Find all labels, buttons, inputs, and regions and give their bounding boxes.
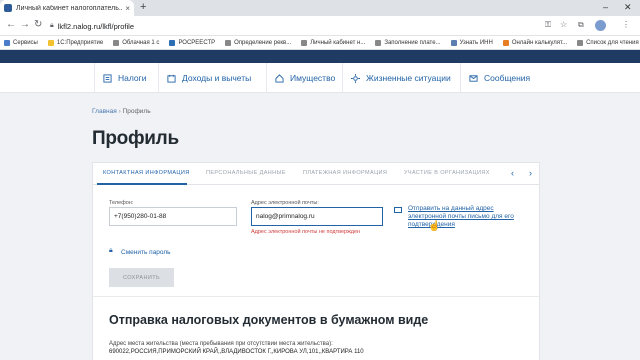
bookmark-star-icon[interactable]: ☆ [560, 20, 567, 29]
padlock-icon: 🔒︎ [109, 247, 113, 254]
bookmark-label: Список для чтения [586, 39, 639, 46]
nav-item-property[interactable]: Имущество [266, 63, 335, 93]
bookmark-favicon-icon [4, 39, 10, 46]
key-icon[interactable]: ⚿ [545, 20, 551, 30]
bookmark-label: Определение рекв... [234, 39, 292, 46]
resend-confirmation-link[interactable]: Отправить на данный адрес электронной по… [408, 205, 518, 229]
bookmark-favicon-icon [375, 39, 382, 46]
income-icon [167, 74, 176, 83]
bookmark-item[interactable]: Личный кабинет н... [301, 39, 366, 46]
bookmark-item[interactable]: Сервисы [4, 39, 38, 46]
site-header-bar [0, 50, 640, 63]
address-label: Адрес места жительства (места пребывания… [109, 341, 333, 347]
phone-label: Телефон: [109, 200, 134, 206]
reload-icon[interactable]: ↻ [34, 19, 42, 30]
change-password-link[interactable]: Сменить пароль [121, 249, 171, 256]
new-tab-button[interactable]: + [140, 1, 146, 13]
breadcrumb-separator: › [118, 108, 121, 115]
taxes-icon [103, 73, 112, 83]
bookmark-favicon-icon [577, 39, 584, 46]
mail-icon [394, 207, 402, 213]
property-icon [275, 73, 284, 83]
profile-tabs: Контактная информация Персональные данны… [93, 163, 539, 185]
profile-avatar[interactable] [595, 20, 606, 31]
bookmark-item[interactable]: Определение рекв... [225, 39, 292, 46]
email-field[interactable]: nalog@primnalog.ru [251, 207, 383, 226]
minimize-button[interactable]: – [603, 2, 608, 12]
bookmark-label: Сервисы [13, 39, 38, 46]
bookmark-label: РОСРЕЕСТР [178, 39, 216, 46]
forward-icon[interactable]: → [20, 19, 30, 30]
bookmark-item[interactable]: Заполнение плате... [375, 39, 441, 46]
breadcrumb: Главная › Профиль [92, 108, 151, 115]
messages-icon [469, 74, 478, 82]
tab-payment-info[interactable]: Платежная информация [303, 170, 387, 176]
browser-tabstrip: Личный кабинет налогоплатель... × + – ✕ [0, 0, 640, 16]
bookmark-favicon-icon [169, 39, 176, 46]
bookmark-label: Узнать ИНН [459, 39, 493, 46]
phone-field[interactable]: +7(950)280-01-88 [109, 207, 237, 226]
profile-card: Контактная информация Персональные данны… [92, 162, 540, 360]
bookmark-label: Личный кабинет н... [310, 39, 366, 46]
bookmark-item[interactable]: Узнать ИНН [450, 39, 493, 46]
back-icon[interactable]: ← [6, 19, 16, 30]
menu-icon[interactable]: ⋮ [622, 20, 630, 29]
bookmark-label: Облачная 1 с [122, 39, 160, 46]
bookmark-label: Онлайн калькулят... [511, 39, 568, 46]
tab-personal-data[interactable]: Персональные данные [206, 170, 286, 176]
address-bar-url: lkfl2.nalog.ru/lkfl/profile [57, 21, 135, 31]
bookmark-favicon-icon [113, 39, 120, 46]
nalog-favicon-icon [4, 4, 12, 12]
nav-item-income[interactable]: Доходы и вычеты [158, 63, 251, 93]
bookmark-label: 1С:Предприятие [56, 39, 104, 46]
address-value: 690022,РОССИЯ,ПРИМОРСКИЙ КРАЙ,,ВЛАДИВОСТ… [109, 349, 364, 355]
site-nav: Налоги Доходы и вычеты Имущество Жизненн… [0, 63, 640, 93]
extensions-icon[interactable]: ⧉ [578, 20, 584, 30]
nav-item-label: Имущество [290, 73, 336, 83]
page-title: Профиль [92, 128, 179, 149]
bookmark-label: Заполнение плате... [384, 39, 441, 46]
email-error-text: Адрес электронной почты не подтвержден [251, 229, 361, 235]
browser-tab-title: Личный кабинет налогоплатель... [16, 4, 123, 12]
bookmark-favicon-icon [450, 39, 457, 46]
save-button[interactable]: Сохранить [109, 268, 174, 287]
bookmarks-bar: Сервисы 1С:Предприятие Облачная 1 с РОСРЕЕС… [0, 36, 640, 50]
tabs-prev-arrow-icon[interactable]: ‹ [511, 168, 514, 178]
address-bar[interactable]: 🔒︎ lkfl2.nalog.ru/lkfl/profile [50, 19, 220, 33]
browser-toolbar: ← → ↻ 🔒︎ lkfl2.nalog.ru/lkfl/profile ⚿ ☆… [0, 16, 640, 36]
nav-item-label: Доходы и вычеты [182, 73, 252, 83]
section-divider [93, 296, 539, 297]
bookmark-item[interactable]: Облачная 1 с [113, 39, 160, 46]
bookmark-favicon-icon [502, 39, 509, 46]
tab-contact-info[interactable]: Контактная информация [103, 170, 190, 176]
window-close-button[interactable]: ✕ [624, 2, 632, 13]
breadcrumb-current: Профиль [122, 108, 151, 115]
lock-icon: 🔒︎ [50, 22, 54, 29]
paper-docs-title: Отправка налоговых документов в бумажном… [109, 313, 429, 327]
bookmark-item[interactable]: 1С:Предприятие [47, 39, 104, 46]
tab-organizations[interactable]: Участие в организациях [404, 170, 490, 176]
browser-tab[interactable]: Личный кабинет налогоплатель... × [0, 0, 134, 16]
bookmark-favicon-icon [47, 39, 54, 46]
bookmark-favicon-icon [301, 39, 308, 46]
bookmark-favicon-icon [225, 39, 232, 46]
bookmark-item[interactable]: Онлайн калькулят... [502, 39, 568, 46]
bookmark-item[interactable]: РОСРЕЕСТР [169, 39, 216, 46]
nav-item-label: Сообщения [484, 73, 531, 83]
active-tab-indicator [97, 183, 187, 185]
nav-item-taxes[interactable]: Налоги [94, 63, 147, 93]
breadcrumb-home[interactable]: Главная [92, 108, 117, 115]
nav-item-life-situations[interactable]: Жизненные ситуации [342, 63, 451, 93]
tabs-next-arrow-icon[interactable]: › [529, 168, 532, 178]
nav-item-label: Жизненные ситуации [366, 73, 451, 83]
pointer-cursor-icon: ☝ [428, 221, 441, 232]
tab-close-icon[interactable]: × [125, 4, 130, 13]
nav-item-messages[interactable]: Сообщения [460, 63, 530, 93]
life-situations-icon [351, 73, 360, 83]
bookmark-item[interactable]: Список для чтения [577, 39, 639, 46]
email-label: Адрес электронной почты: [251, 200, 319, 206]
nav-item-label: Налоги [118, 73, 147, 83]
